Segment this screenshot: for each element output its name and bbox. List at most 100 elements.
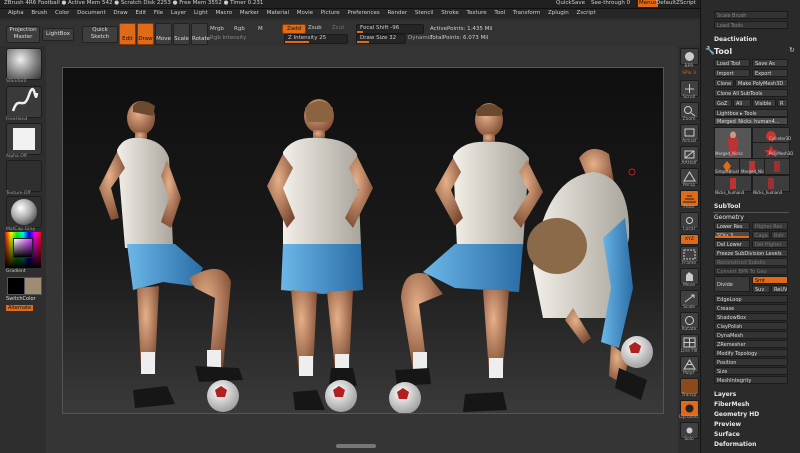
dynamic-toggle[interactable]: Dynamic <box>408 35 432 42</box>
geometry-hd-heading[interactable]: Geometry HD <box>714 411 759 418</box>
geometry-heading[interactable]: Geometry <box>714 214 744 221</box>
r-button[interactable]: R <box>777 99 788 107</box>
menu-color[interactable]: Color <box>55 10 69 16</box>
convert-bpr-button[interactable]: Convert BPR To Geo <box>714 267 788 275</box>
menu-zscript[interactable]: Zscript <box>577 10 596 16</box>
surface-heading[interactable]: Surface <box>714 431 740 438</box>
visible-button[interactable]: Visible <box>752 99 776 107</box>
rotate-button[interactable]: Rotate <box>191 23 210 45</box>
subtool-heading[interactable]: SubTool <box>714 203 740 210</box>
deformation-heading[interactable]: Deformation <box>714 441 756 448</box>
tray-deactivation-row[interactable]: Scale Brush <box>714 11 788 19</box>
tool-palette-undock-icon[interactable]: ↻ <box>789 46 795 54</box>
lightbox-button[interactable]: LightBox <box>42 28 74 41</box>
switch-color-button[interactable]: SwitchColor <box>6 296 36 302</box>
current-tool-slider[interactable]: Merged_Nicks_human4... <box>714 117 788 125</box>
preview-heading[interactable]: Preview <box>714 421 741 428</box>
zadd-toggle[interactable]: Zadd <box>282 24 306 34</box>
shadowbox-section[interactable]: ShadowBox <box>714 313 788 321</box>
menu-stencil[interactable]: Stencil <box>415 10 434 16</box>
menu-stroke[interactable]: Stroke <box>441 10 459 16</box>
menu-brush[interactable]: Brush <box>31 10 47 16</box>
brush-thumbnail[interactable] <box>6 48 42 80</box>
claypolish-section[interactable]: ClayPolish <box>714 322 788 330</box>
freeze-subdivision-button[interactable]: Freeze SubDivision Levels <box>714 249 788 257</box>
move-button[interactable]: Move <box>155 23 172 45</box>
menu-tool[interactable]: Tool <box>494 10 505 16</box>
edit-button[interactable]: Edit <box>119 23 136 45</box>
secondary-color-swatch[interactable] <box>24 277 42 295</box>
menu-file[interactable]: File <box>154 10 163 16</box>
size-section[interactable]: Size <box>714 367 788 375</box>
texture-thumbnail[interactable] <box>6 160 42 192</box>
import-button[interactable]: Import <box>714 69 750 77</box>
lightbox-tools-button[interactable]: Lightbox ▸ Tools <box>714 109 788 117</box>
clone-button[interactable]: Clone <box>714 79 734 87</box>
menu-macro[interactable]: Macro <box>215 10 232 16</box>
draw-button[interactable]: Draw <box>137 23 154 45</box>
tray-load-tools-row[interactable]: Load Tools <box>714 21 788 29</box>
mrgb-toggle[interactable]: Mrgb <box>210 26 224 33</box>
all-button[interactable]: All <box>733 99 751 107</box>
tool-thumb-nicks-a[interactable] <box>764 158 790 175</box>
clone-all-subtools-button[interactable]: Clone All SubTools <box>714 89 788 97</box>
menu-zplugin[interactable]: Zplugin <box>548 10 569 16</box>
divide-button[interactable]: Divide <box>714 276 750 292</box>
zremesher-section[interactable]: ZRemesher <box>714 340 788 348</box>
zsub-toggle[interactable]: Zsub <box>308 25 322 32</box>
m-toggle[interactable]: M <box>258 26 263 33</box>
color-picker-square[interactable] <box>13 238 33 258</box>
default-zscript-button[interactable]: DefaultZScript <box>656 0 696 7</box>
menu-layer[interactable]: Layer <box>171 10 186 16</box>
material-thumbnail[interactable] <box>6 196 42 228</box>
bpr-button[interactable] <box>680 48 699 65</box>
rgb-intensity-slider[interactable]: Rgb Intensity <box>210 35 247 42</box>
draw-size-slider[interactable]: Draw Size 32 <box>356 34 406 44</box>
quick-sketch-button[interactable]: Quick Sketch <box>82 26 118 43</box>
scale-button[interactable]: Scale <box>173 23 190 45</box>
export-button[interactable]: Export <box>752 69 788 77</box>
meshintegrity-section[interactable]: MeshIntegrity <box>714 376 788 384</box>
higher-res-button[interactable]: Higher Res <box>752 222 788 230</box>
stroke-thumbnail[interactable] <box>6 86 42 118</box>
main-color-swatch[interactable] <box>7 277 25 295</box>
smt-toggle[interactable]: Smt <box>752 276 788 284</box>
menu-preferences[interactable]: Preferences <box>347 10 379 16</box>
menu-render[interactable]: Render <box>388 10 408 16</box>
cage-button[interactable]: Cage <box>752 231 770 239</box>
sdiv-slider[interactable]: SDiv 3 <box>714 231 750 239</box>
viewport-canvas[interactable] <box>62 67 664 414</box>
z-intensity-slider[interactable]: Z Intensity 25 <box>284 34 348 44</box>
menu-transform[interactable]: Transform <box>513 10 540 16</box>
del-higher-button[interactable]: Del Higher <box>752 240 788 248</box>
dynamesh-section[interactable]: DynaMesh <box>714 331 788 339</box>
modify-topology-section[interactable]: Modify Topology <box>714 349 788 357</box>
menu-movie[interactable]: Movie <box>297 10 313 16</box>
zcut-toggle[interactable]: Zcut <box>332 25 344 32</box>
edgeloop-section[interactable]: EdgeLoop <box>714 295 788 303</box>
menu-document[interactable]: Document <box>77 10 106 16</box>
menus-toggle[interactable]: Menus <box>638 0 658 7</box>
menu-texture[interactable]: Texture <box>467 10 487 16</box>
position-section[interactable]: Position <box>714 358 788 366</box>
tool-palette-title[interactable]: Tool <box>714 47 732 56</box>
focal-shift-slider[interactable]: Focal Shift -96 <box>356 24 424 34</box>
alpha-thumbnail[interactable] <box>6 123 42 155</box>
gradient-toggle[interactable]: Gradient <box>6 269 26 274</box>
lower-res-button[interactable]: Lower Res <box>714 222 750 230</box>
make-polymesh-button[interactable]: Make PolyMesh3D <box>735 79 788 87</box>
menu-material[interactable]: Material <box>267 10 289 16</box>
del-lower-button[interactable]: Del Lower <box>714 240 750 248</box>
projection-master-button[interactable]: Projection Master <box>6 26 40 43</box>
document-scroll-handle[interactable] <box>336 444 376 448</box>
seethrough-slider[interactable]: See-through 0 <box>591 0 630 7</box>
fibermesh-heading[interactable]: FiberMesh <box>714 401 749 408</box>
color-picker[interactable] <box>5 232 41 268</box>
menu-edit[interactable]: Edit <box>136 10 147 16</box>
spix-label[interactable]: SPix 3 <box>678 71 700 76</box>
reconstruct-subdiv-button[interactable]: Reconstruct Subdiv <box>714 258 788 266</box>
xyz-button[interactable]: XYZ <box>680 234 699 245</box>
goz-button[interactable]: GoZ <box>714 99 732 107</box>
layers-heading[interactable]: Layers <box>714 391 736 398</box>
quicksave-button[interactable]: QuickSave <box>556 0 585 7</box>
